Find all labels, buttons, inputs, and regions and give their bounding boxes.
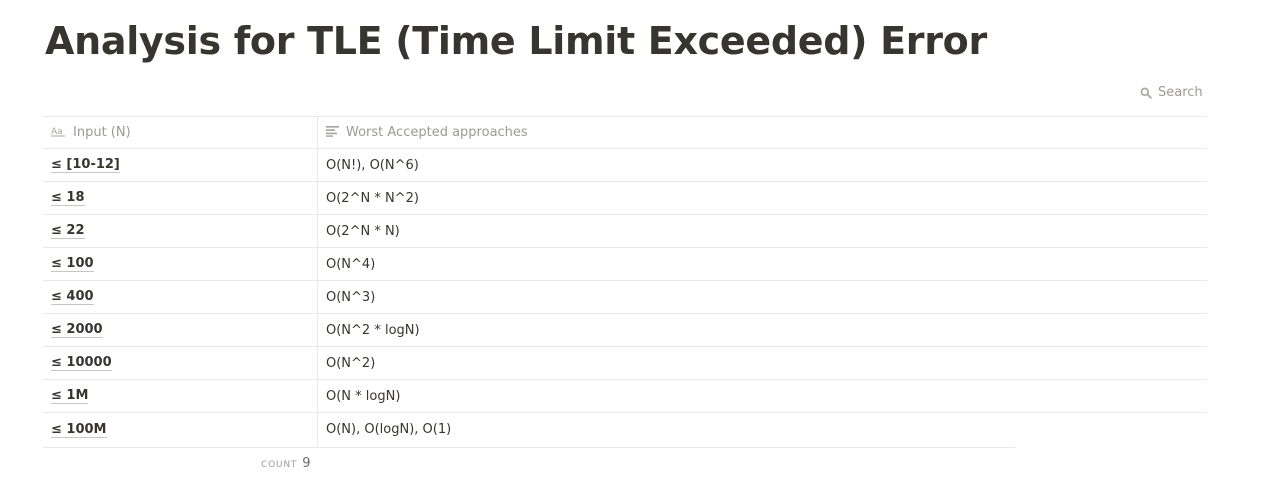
input-cell[interactable]: ≤ 10000 bbox=[43, 347, 318, 379]
column-header-approaches[interactable]: Worst Accepted approaches bbox=[318, 117, 1207, 148]
table-row[interactable]: ≤ [10-12] O(N!), O(N^6) bbox=[43, 149, 1207, 182]
column-header-label: Worst Accepted approaches bbox=[346, 125, 528, 140]
table-row[interactable]: ≤ 22 O(2^N * N) bbox=[43, 215, 1207, 248]
approach-value: O(N^2) bbox=[326, 355, 376, 371]
approach-cell[interactable]: O(N!), O(N^6) bbox=[318, 149, 1207, 181]
row-title-link[interactable]: ≤ 2000 bbox=[51, 322, 103, 338]
input-cell[interactable]: ≤ 2000 bbox=[43, 314, 318, 346]
input-cell[interactable]: ≤ 22 bbox=[43, 215, 318, 247]
row-title-link[interactable]: ≤ 100 bbox=[51, 256, 94, 272]
input-cell[interactable]: ≤ [10-12] bbox=[43, 149, 318, 181]
approach-cell[interactable]: O(N^3) bbox=[318, 281, 1207, 313]
approach-value: O(N * logN) bbox=[326, 388, 401, 404]
count-summary[interactable]: COUNT 9 bbox=[261, 456, 310, 471]
row-title-link[interactable]: ≤ 400 bbox=[51, 289, 94, 305]
search-label: Search bbox=[1158, 85, 1203, 100]
table-row[interactable]: ≤ 400 O(N^3) bbox=[43, 281, 1207, 314]
approach-cell[interactable]: O(N * logN) bbox=[318, 380, 1207, 412]
approach-value: O(N^3) bbox=[326, 289, 376, 305]
page-title: Analysis for TLE (Time Limit Exceeded) E… bbox=[45, 19, 987, 63]
approach-value: O(N), O(logN), O(1) bbox=[326, 422, 452, 437]
approach-cell[interactable]: O(N^2 * logN) bbox=[318, 314, 1207, 346]
database-table: Aa Input (N) Worst Accepted approaches ≤… bbox=[43, 116, 1207, 446]
text-property-icon bbox=[326, 125, 340, 141]
table-header: Aa Input (N) Worst Accepted approaches bbox=[43, 116, 1207, 149]
approach-cell[interactable]: O(N^4) bbox=[318, 248, 1207, 280]
approach-cell[interactable]: O(2^N * N^2) bbox=[318, 182, 1207, 214]
table-row[interactable]: ≤ 2000 O(N^2 * logN) bbox=[43, 314, 1207, 347]
table-bottom-divider bbox=[43, 447, 1015, 448]
input-cell[interactable]: ≤ 100M bbox=[43, 413, 318, 446]
title-property-icon: Aa bbox=[51, 125, 67, 141]
approach-value: O(2^N * N) bbox=[326, 223, 400, 239]
count-label: COUNT bbox=[261, 460, 298, 470]
approach-value: O(N^4) bbox=[326, 256, 376, 272]
row-title-link[interactable]: ≤ 10000 bbox=[51, 355, 112, 371]
input-cell[interactable]: ≤ 400 bbox=[43, 281, 318, 313]
count-value: 9 bbox=[302, 456, 311, 471]
column-header-input[interactable]: Aa Input (N) bbox=[43, 117, 318, 148]
approach-cell[interactable]: O(2^N * N) bbox=[318, 215, 1207, 247]
row-title-link[interactable]: ≤ 1M bbox=[51, 388, 89, 404]
table-row[interactable]: ≤ 1M O(N * logN) bbox=[43, 380, 1207, 413]
input-cell[interactable]: ≤ 100 bbox=[43, 248, 318, 280]
approach-cell[interactable]: O(N), O(logN), O(1) bbox=[318, 413, 1207, 446]
row-title-link[interactable]: ≤ 18 bbox=[51, 190, 85, 206]
row-title-link[interactable]: ≤ 100M bbox=[51, 422, 107, 438]
table-row[interactable]: ≤ 18 O(2^N * N^2) bbox=[43, 182, 1207, 215]
row-title-link[interactable]: ≤ [10-12] bbox=[51, 157, 120, 173]
approach-value: O(N^2 * logN) bbox=[326, 322, 420, 338]
table-row[interactable]: ≤ 100M O(N), O(logN), O(1) bbox=[43, 413, 1207, 446]
approach-value: O(2^N * N^2) bbox=[326, 190, 419, 206]
column-header-label: Input (N) bbox=[73, 125, 131, 140]
search-icon bbox=[1140, 87, 1152, 99]
table-row[interactable]: ≤ 10000 O(N^2) bbox=[43, 347, 1207, 380]
table-row[interactable]: ≤ 100 O(N^4) bbox=[43, 248, 1207, 281]
search-button[interactable]: Search bbox=[1140, 85, 1203, 100]
row-title-link[interactable]: ≤ 22 bbox=[51, 223, 85, 239]
page: Analysis for TLE (Time Limit Exceeded) E… bbox=[0, 0, 1268, 492]
input-cell[interactable]: ≤ 18 bbox=[43, 182, 318, 214]
approach-value: O(N!), O(N^6) bbox=[326, 157, 419, 173]
input-cell[interactable]: ≤ 1M bbox=[43, 380, 318, 412]
approach-cell[interactable]: O(N^2) bbox=[318, 347, 1207, 379]
